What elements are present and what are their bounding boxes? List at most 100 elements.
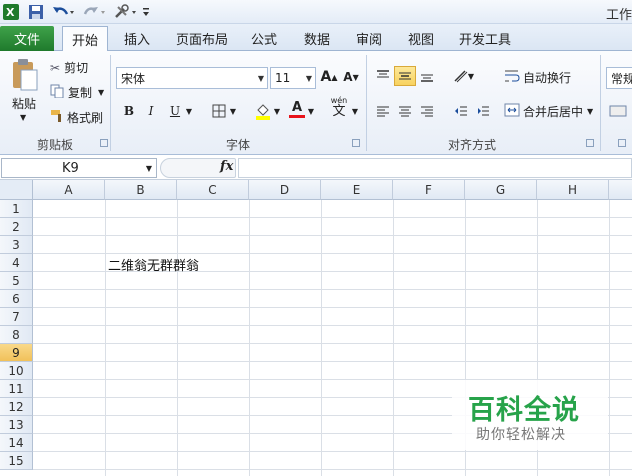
align-middle-icon[interactable] bbox=[394, 66, 416, 86]
gridline bbox=[105, 200, 106, 476]
format-painter-button[interactable]: 格式刷 bbox=[50, 109, 103, 126]
phonetic-dropdown-icon[interactable]: ▼ bbox=[350, 101, 360, 121]
row-header-12[interactable]: 12 bbox=[0, 398, 33, 416]
tab-file[interactable]: 文件 bbox=[0, 26, 54, 51]
paste-button[interactable]: 粘贴 bbox=[12, 95, 36, 112]
bold-button[interactable]: B bbox=[118, 101, 140, 121]
gridline bbox=[33, 253, 632, 254]
tab-review[interactable]: 审阅 bbox=[348, 26, 390, 51]
undo-icon[interactable] bbox=[50, 3, 76, 21]
column-header-d[interactable]: D bbox=[249, 180, 321, 200]
merge-icon bbox=[504, 103, 520, 120]
column-header-g[interactable]: G bbox=[465, 180, 537, 200]
row-header-10[interactable]: 10 bbox=[0, 362, 33, 380]
shrink-font-button[interactable]: A ▼ bbox=[340, 67, 362, 87]
align-left-icon[interactable] bbox=[372, 101, 394, 121]
row-header-14[interactable]: 14 bbox=[0, 434, 33, 452]
column-header-b[interactable]: B bbox=[105, 180, 177, 200]
merge-center-button[interactable]: 合并后居中 ▼ bbox=[504, 103, 593, 120]
gridline bbox=[33, 451, 632, 452]
row-header-15[interactable]: 15 bbox=[0, 452, 33, 470]
wrap-text-icon bbox=[504, 69, 520, 86]
name-box[interactable]: K9 ▼ bbox=[1, 158, 157, 178]
tab-formulas[interactable]: 公式 bbox=[244, 26, 284, 51]
gridline bbox=[33, 469, 632, 470]
merge-dropdown-icon[interactable]: ▼ bbox=[587, 107, 593, 116]
tab-data[interactable]: 数据 bbox=[296, 26, 338, 51]
row-header-1[interactable]: 1 bbox=[0, 200, 33, 218]
number-launcher-icon[interactable] bbox=[618, 139, 626, 147]
align-top-icon[interactable] bbox=[372, 66, 394, 86]
row-header-7[interactable]: 7 bbox=[0, 308, 33, 326]
column-header-f[interactable]: F bbox=[393, 180, 465, 200]
tab-view[interactable]: 视图 bbox=[400, 26, 442, 51]
fill-color-icon[interactable] bbox=[252, 101, 274, 121]
italic-button[interactable]: I bbox=[140, 101, 162, 121]
column-header-i-partial[interactable] bbox=[609, 180, 632, 200]
font-color-button[interactable]: A bbox=[286, 99, 308, 119]
alignment-launcher-icon[interactable] bbox=[586, 139, 594, 147]
customize-toolbar-icon[interactable] bbox=[140, 3, 152, 21]
column-header-a[interactable]: A bbox=[33, 180, 105, 200]
currency-icon[interactable] bbox=[608, 101, 628, 121]
tab-insert[interactable]: 插入 bbox=[116, 26, 158, 51]
row-header-9-selected[interactable]: 9 bbox=[0, 344, 33, 362]
font-launcher-icon[interactable] bbox=[352, 139, 360, 147]
cell-b4[interactable]: 二维翁无群群翁 bbox=[108, 255, 199, 274]
formula-bar: K9 ▼ fx bbox=[0, 156, 632, 180]
tab-page-layout[interactable]: 页面布局 bbox=[170, 26, 234, 51]
row-header-4[interactable]: 4 bbox=[0, 254, 33, 272]
formula-input[interactable] bbox=[238, 158, 632, 178]
border-dropdown-icon[interactable]: ▼ bbox=[228, 101, 238, 121]
grow-font-button[interactable]: A ▲ bbox=[318, 67, 340, 87]
row-header-5[interactable]: 5 bbox=[0, 272, 33, 290]
select-all-button[interactable] bbox=[0, 180, 33, 200]
gridline bbox=[33, 307, 632, 308]
copy-dropdown-icon[interactable]: ▼ bbox=[98, 88, 104, 97]
insert-function-icon[interactable]: fx bbox=[220, 159, 233, 174]
column-header-e[interactable]: E bbox=[321, 180, 393, 200]
font-color-dropdown-icon[interactable]: ▼ bbox=[306, 101, 316, 121]
underline-button[interactable]: U bbox=[164, 101, 186, 121]
font-group-label: 字体 bbox=[225, 138, 250, 152]
font-name-select[interactable]: 宋体 ▼ bbox=[116, 67, 268, 89]
row-header-11[interactable]: 11 bbox=[0, 380, 33, 398]
gridline bbox=[249, 200, 250, 476]
gridline bbox=[33, 325, 632, 326]
column-header-c[interactable]: C bbox=[177, 180, 249, 200]
border-icon[interactable] bbox=[208, 101, 230, 121]
fill-color-dropdown-icon[interactable]: ▼ bbox=[272, 101, 282, 121]
row-header-8[interactable]: 8 bbox=[0, 326, 33, 344]
clipboard-launcher-icon[interactable] bbox=[100, 139, 108, 147]
chevron-down-icon: ▼ bbox=[145, 164, 152, 173]
copy-button[interactable]: 复制 ▼ bbox=[50, 84, 104, 101]
row-header-6[interactable]: 6 bbox=[0, 290, 33, 308]
row-header-3[interactable]: 3 bbox=[0, 236, 33, 254]
phonetic-button[interactable]: wén 文 bbox=[326, 96, 352, 119]
cut-button[interactable]: ✂ 剪切 bbox=[50, 59, 88, 76]
row-header-2[interactable]: 2 bbox=[0, 218, 33, 236]
alignment-group-label: 对齐方式 bbox=[447, 138, 496, 152]
row-header-13[interactable]: 13 bbox=[0, 416, 33, 434]
wrap-text-button[interactable]: 自动换行 bbox=[504, 69, 571, 86]
decrease-indent-icon[interactable] bbox=[450, 101, 472, 121]
save-icon[interactable] bbox=[26, 3, 46, 21]
redo-icon[interactable] bbox=[80, 3, 108, 21]
underline-dropdown-icon[interactable]: ▼ bbox=[184, 101, 194, 121]
number-format-select[interactable]: 常规 bbox=[606, 67, 632, 89]
paste-icon[interactable] bbox=[8, 57, 40, 93]
orientation-dropdown-icon[interactable]: ▼ bbox=[466, 66, 476, 86]
align-right-icon[interactable] bbox=[416, 101, 438, 121]
font-color-swatch bbox=[289, 114, 305, 118]
column-header-h[interactable]: H bbox=[537, 180, 609, 200]
tab-developer[interactable]: 开发工具 bbox=[452, 26, 518, 51]
ribbon-tabs: 文件 开始 插入 页面布局 公式 数据 审阅 视图 开发工具 bbox=[0, 24, 632, 52]
tools-icon[interactable] bbox=[112, 3, 138, 21]
tab-home[interactable]: 开始 bbox=[62, 26, 108, 52]
font-size-select[interactable]: 11 ▼ bbox=[270, 67, 316, 89]
align-center-icon[interactable] bbox=[394, 101, 416, 121]
align-bottom-icon[interactable] bbox=[416, 66, 438, 86]
excel-logo-icon: X bbox=[2, 3, 20, 21]
increase-indent-icon[interactable] bbox=[472, 101, 494, 121]
paste-dropdown-icon[interactable]: ▼ bbox=[20, 113, 26, 122]
